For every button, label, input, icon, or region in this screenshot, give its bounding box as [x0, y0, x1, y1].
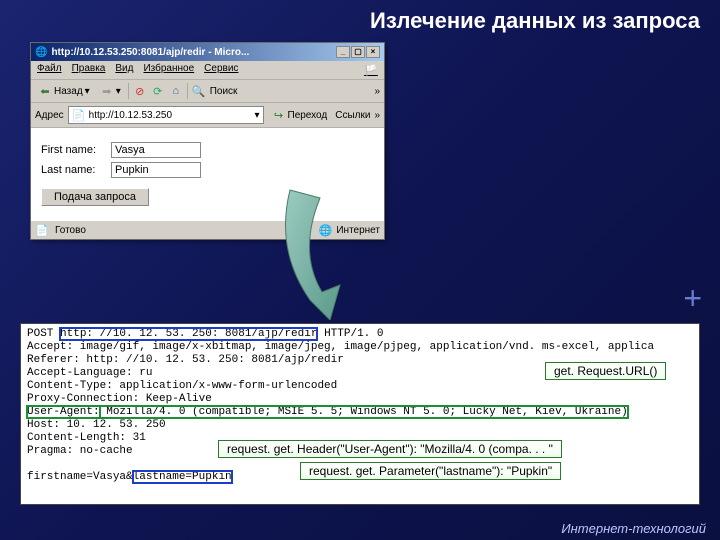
raw-line-3: Referer: http: //10. 12. 53. 250: 8081/a… — [27, 354, 344, 366]
firstname-label: First name: — [41, 144, 111, 156]
back-label: Назад — [54, 86, 83, 97]
back-button[interactable]: ⬅ Назад ▾ — [35, 83, 93, 99]
lastname-label: Last name: — [41, 164, 111, 176]
ua-val-highlight: Mozilla/4. 0 (compatible; MSIE 5. 5; Win… — [100, 406, 628, 418]
menu-view[interactable]: Вид — [115, 63, 133, 77]
callout-getparameter: request. get. Parameter("lastname"): "Pu… — [300, 462, 561, 480]
raw-line-10: Pragma: no-cache — [27, 445, 133, 457]
raw-line-9: Content-Length: 31 — [27, 432, 146, 444]
footer-text: Интернет-технологий — [561, 521, 706, 536]
chevron-down-icon: » — [374, 86, 380, 97]
address-bar: Адрес 📄 http://10.12.53.250 ▾ ↪ Переход … — [31, 103, 384, 128]
submit-button[interactable]: Подача запроса — [41, 188, 149, 206]
address-value: http://10.12.53.250 — [89, 110, 172, 121]
window-titlebar: 🌐 http://10.12.53.250:8081/ajp/redir - M… — [31, 43, 384, 61]
chevron-down-icon: ▾ — [116, 86, 121, 97]
slide-title: Излечение данных из запроса — [0, 0, 720, 44]
home-icon[interactable]: ⌂ — [169, 84, 183, 98]
arrow-right-icon: ➡ — [100, 84, 114, 98]
menu-favorites[interactable]: Избранное — [143, 63, 194, 77]
stop-icon[interactable]: ⊘ — [133, 84, 147, 98]
search-icon[interactable]: 🔍 — [192, 84, 206, 98]
firstname-input[interactable] — [111, 142, 201, 158]
chevron-down-icon[interactable]: ▾ — [254, 110, 259, 121]
maximize-button[interactable]: ▢ — [351, 46, 365, 58]
search-label: Поиск — [210, 86, 238, 97]
raw-line-11: firstname=Vasya&lastname=Pupkin — [27, 471, 232, 483]
raw-line-8: Host: 10. 12. 53. 250 — [27, 419, 166, 431]
plus-decoration: + — [683, 280, 702, 317]
menu-file[interactable]: Файл — [37, 63, 62, 77]
minimize-button[interactable]: _ — [336, 46, 350, 58]
ie-icon: 🌐 — [35, 47, 47, 58]
arrow-left-icon: ⬅ — [38, 84, 52, 98]
callout-geturl: get. Request.URL() — [545, 362, 666, 380]
address-input[interactable]: 📄 http://10.12.53.250 ▾ — [68, 106, 264, 124]
lastname-input[interactable] — [111, 162, 201, 178]
raw-line-5: Content-Type: application/x-www-form-url… — [27, 380, 337, 392]
refresh-icon[interactable]: ⟳ — [151, 84, 165, 98]
toolbar: ⬅ Назад ▾ ➡ ▾ ⊘ ⟳ ⌂ 🔍 Поиск » — [31, 80, 384, 103]
param-highlight: lastname=Pupkin — [133, 471, 232, 483]
raw-line-7: User-Agent: Mozilla/4. 0 (compatible; MS… — [27, 406, 628, 418]
raw-line-1: POST http: //10. 12. 53. 250: 8081/ajp/r… — [27, 328, 383, 340]
arrow-connector — [270, 180, 410, 320]
address-label: Адрес — [35, 110, 64, 121]
menu-tools[interactable]: Сервис — [204, 63, 238, 77]
go-label: Переход — [288, 110, 328, 121]
window-title: http://10.12.53.250:8081/ajp/redir - Mic… — [51, 47, 336, 58]
raw-line-6: Proxy-Connection: Keep-Alive — [27, 393, 212, 405]
status-text: Готово — [55, 225, 86, 236]
url-highlight: http: //10. 12. 53. 250: 8081/ajp/redir — [60, 328, 317, 340]
raw-line-4: Accept-Language: ru — [27, 367, 152, 379]
forward-button[interactable]: ➡ ▾ — [97, 83, 124, 99]
page-icon: 📄 — [72, 108, 86, 122]
menu-bar: Файл Правка Вид Избранное Сервис 🏳️ — [31, 61, 384, 80]
raw-line-2: Accept: image/gif, image/x-xbitmap, imag… — [27, 341, 654, 353]
page-icon: 📄 — [35, 223, 49, 237]
go-button[interactable]: ↪ Переход — [268, 107, 332, 123]
ua-key-highlight: User-Agent: — [27, 406, 100, 418]
flag-icon: 🏳️ — [364, 63, 378, 77]
links-label[interactable]: Ссылки — [335, 110, 370, 121]
close-button[interactable]: × — [366, 46, 380, 58]
menu-edit[interactable]: Правка — [72, 63, 106, 77]
go-icon: ↪ — [272, 108, 286, 122]
chevron-down-icon: » — [374, 110, 380, 121]
chevron-down-icon: ▾ — [85, 86, 90, 97]
callout-getheader: request. get. Header("User-Agent"): "Moz… — [218, 440, 562, 458]
